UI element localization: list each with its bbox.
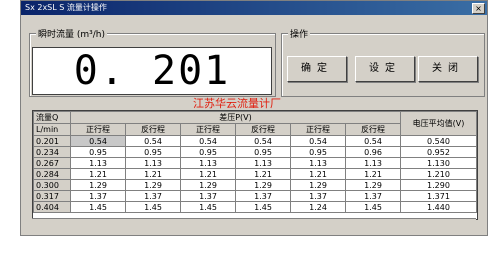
table-cell[interactable]: 1.29 xyxy=(235,179,291,191)
table-cell[interactable]: 0.540 xyxy=(400,135,477,147)
table-cell[interactable]: 1.210 xyxy=(400,168,477,180)
table-cell[interactable]: 1.21 xyxy=(235,168,291,180)
table-header-row: 流量Q 差压P(V) 电压平均值(V) xyxy=(33,111,477,136)
table-cell[interactable]: 1.37 xyxy=(125,190,181,202)
corner-header-top: 流量Q xyxy=(33,111,71,124)
table-cell[interactable]: 1.37 xyxy=(235,190,291,202)
corner-header-bottom: L/min xyxy=(33,123,71,136)
table-cell[interactable]: 1.29 xyxy=(70,179,126,191)
table-cell[interactable]: 0.95 xyxy=(290,146,346,158)
table-cell[interactable]: 0.54 xyxy=(70,135,126,147)
operation-label: 操作 xyxy=(288,27,311,40)
column-header: 反行程 xyxy=(345,123,401,136)
table-row[interactable]: 0.284 1.21 1.21 1.21 1.21 1.21 1.21 1.210 xyxy=(33,168,477,180)
confirm-button[interactable]: 确定 xyxy=(287,56,347,82)
company-name: 江苏华云流量计厂 xyxy=(193,97,281,110)
table-row[interactable]: 0.234 0.95 0.95 0.95 0.95 0.95 0.96 0.952 xyxy=(33,146,477,158)
table-cell[interactable]: 1.37 xyxy=(70,190,126,202)
table-row[interactable]: 0.300 1.29 1.29 1.29 1.29 1.29 1.29 1.290 xyxy=(33,179,477,191)
column-header: 正行程 xyxy=(70,123,126,136)
row-flow-cell: 0.284 xyxy=(33,168,71,180)
table-cell[interactable]: 1.290 xyxy=(400,179,477,191)
table-cell[interactable]: 1.29 xyxy=(345,179,401,191)
group-header: 差压P(V) xyxy=(70,111,401,124)
table-cell[interactable]: 0.95 xyxy=(125,146,181,158)
column-header: 正行程 xyxy=(180,123,236,136)
window-title: Sx 2xSL S 流量计操作 xyxy=(25,3,107,12)
table-cell[interactable]: 1.13 xyxy=(235,157,291,169)
table-cell[interactable]: 0.54 xyxy=(125,135,181,147)
table-row[interactable]: 0.201 0.54 0.54 0.54 0.54 0.54 0.54 0.540 xyxy=(33,135,477,147)
table-cell[interactable]: 0.54 xyxy=(290,135,346,147)
row-flow-cell: 0.201 xyxy=(33,135,71,147)
table-row[interactable]: 0.317 1.37 1.37 1.37 1.37 1.37 1.37 1.371 xyxy=(33,190,477,202)
table-cell[interactable]: 0.95 xyxy=(180,146,236,158)
set-button[interactable]: 设定 xyxy=(355,56,415,82)
close-button[interactable]: 关闭 xyxy=(418,56,478,82)
close-icon[interactable]: × xyxy=(472,3,485,14)
column-header: 正行程 xyxy=(290,123,346,136)
row-flow-cell: 0.267 xyxy=(33,157,71,169)
table-cell[interactable]: 1.130 xyxy=(400,157,477,169)
table-cell[interactable]: 1.13 xyxy=(290,157,346,169)
table-cell[interactable]: 1.37 xyxy=(290,190,346,202)
table-cell[interactable]: 1.45 xyxy=(345,201,401,213)
table-cell[interactable]: 1.21 xyxy=(125,168,181,180)
table-cell[interactable]: 1.29 xyxy=(125,179,181,191)
table-cell[interactable]: 1.45 xyxy=(235,201,291,213)
table-cell[interactable]: 1.13 xyxy=(70,157,126,169)
data-table-container: 流量Q 差压P(V) 电压平均值(V) L/min 正行程 反行程 正行程 反行… xyxy=(32,110,478,220)
table-cell[interactable]: 1.37 xyxy=(180,190,236,202)
table-cell[interactable]: 1.21 xyxy=(290,168,346,180)
table-row[interactable]: 0.404 1.45 1.45 1.45 1.45 1.24 1.45 1.440 xyxy=(33,201,477,213)
row-flow-cell: 0.317 xyxy=(33,190,71,202)
table-cell[interactable]: 1.21 xyxy=(345,168,401,180)
table-cell[interactable]: 1.13 xyxy=(125,157,181,169)
table-cell[interactable]: 1.13 xyxy=(345,157,401,169)
table-cell[interactable]: 0.54 xyxy=(345,135,401,147)
column-header: 反行程 xyxy=(125,123,181,136)
table-row[interactable]: 0.267 1.13 1.13 1.13 1.13 1.13 1.13 1.130 xyxy=(33,157,477,169)
data-table: 流量Q 差压P(V) 电压平均值(V) L/min 正行程 反行程 正行程 反行… xyxy=(33,111,477,213)
table-cell[interactable]: 1.37 xyxy=(345,190,401,202)
table-cell[interactable]: 1.21 xyxy=(70,168,126,180)
table-cell[interactable]: 0.95 xyxy=(235,146,291,158)
table-cell[interactable]: 1.21 xyxy=(180,168,236,180)
flow-value-display: 0. 201 xyxy=(32,47,272,95)
table-cell[interactable]: 0.95 xyxy=(70,146,126,158)
table-cell[interactable]: 1.440 xyxy=(400,201,477,213)
table-cell[interactable]: 0.952 xyxy=(400,146,477,158)
table-cell[interactable]: 1.45 xyxy=(125,201,181,213)
row-flow-cell: 0.234 xyxy=(33,146,71,158)
column-header: 反行程 xyxy=(235,123,291,136)
row-flow-cell: 0.300 xyxy=(33,179,71,191)
table-cell[interactable]: 1.29 xyxy=(180,179,236,191)
table-cell[interactable]: 1.29 xyxy=(290,179,346,191)
table-cell[interactable]: 0.54 xyxy=(235,135,291,147)
horizontal-scrollbar[interactable] xyxy=(32,218,476,227)
table-cell[interactable]: 1.45 xyxy=(70,201,126,213)
title-bar: Sx 2xSL S 流量计操作 × xyxy=(21,1,487,15)
table-cell[interactable]: 0.96 xyxy=(345,146,401,158)
table-cell[interactable]: 1.13 xyxy=(180,157,236,169)
average-header: 电压平均值(V) xyxy=(400,111,477,136)
table-cell[interactable]: 1.371 xyxy=(400,190,477,202)
table-cell[interactable]: 1.24 xyxy=(290,201,346,213)
flow-label: 瞬时流量 (m³/h) xyxy=(36,27,107,40)
row-flow-cell: 0.404 xyxy=(33,201,71,213)
table-cell[interactable]: 1.45 xyxy=(180,201,236,213)
table-cell[interactable]: 0.54 xyxy=(180,135,236,147)
